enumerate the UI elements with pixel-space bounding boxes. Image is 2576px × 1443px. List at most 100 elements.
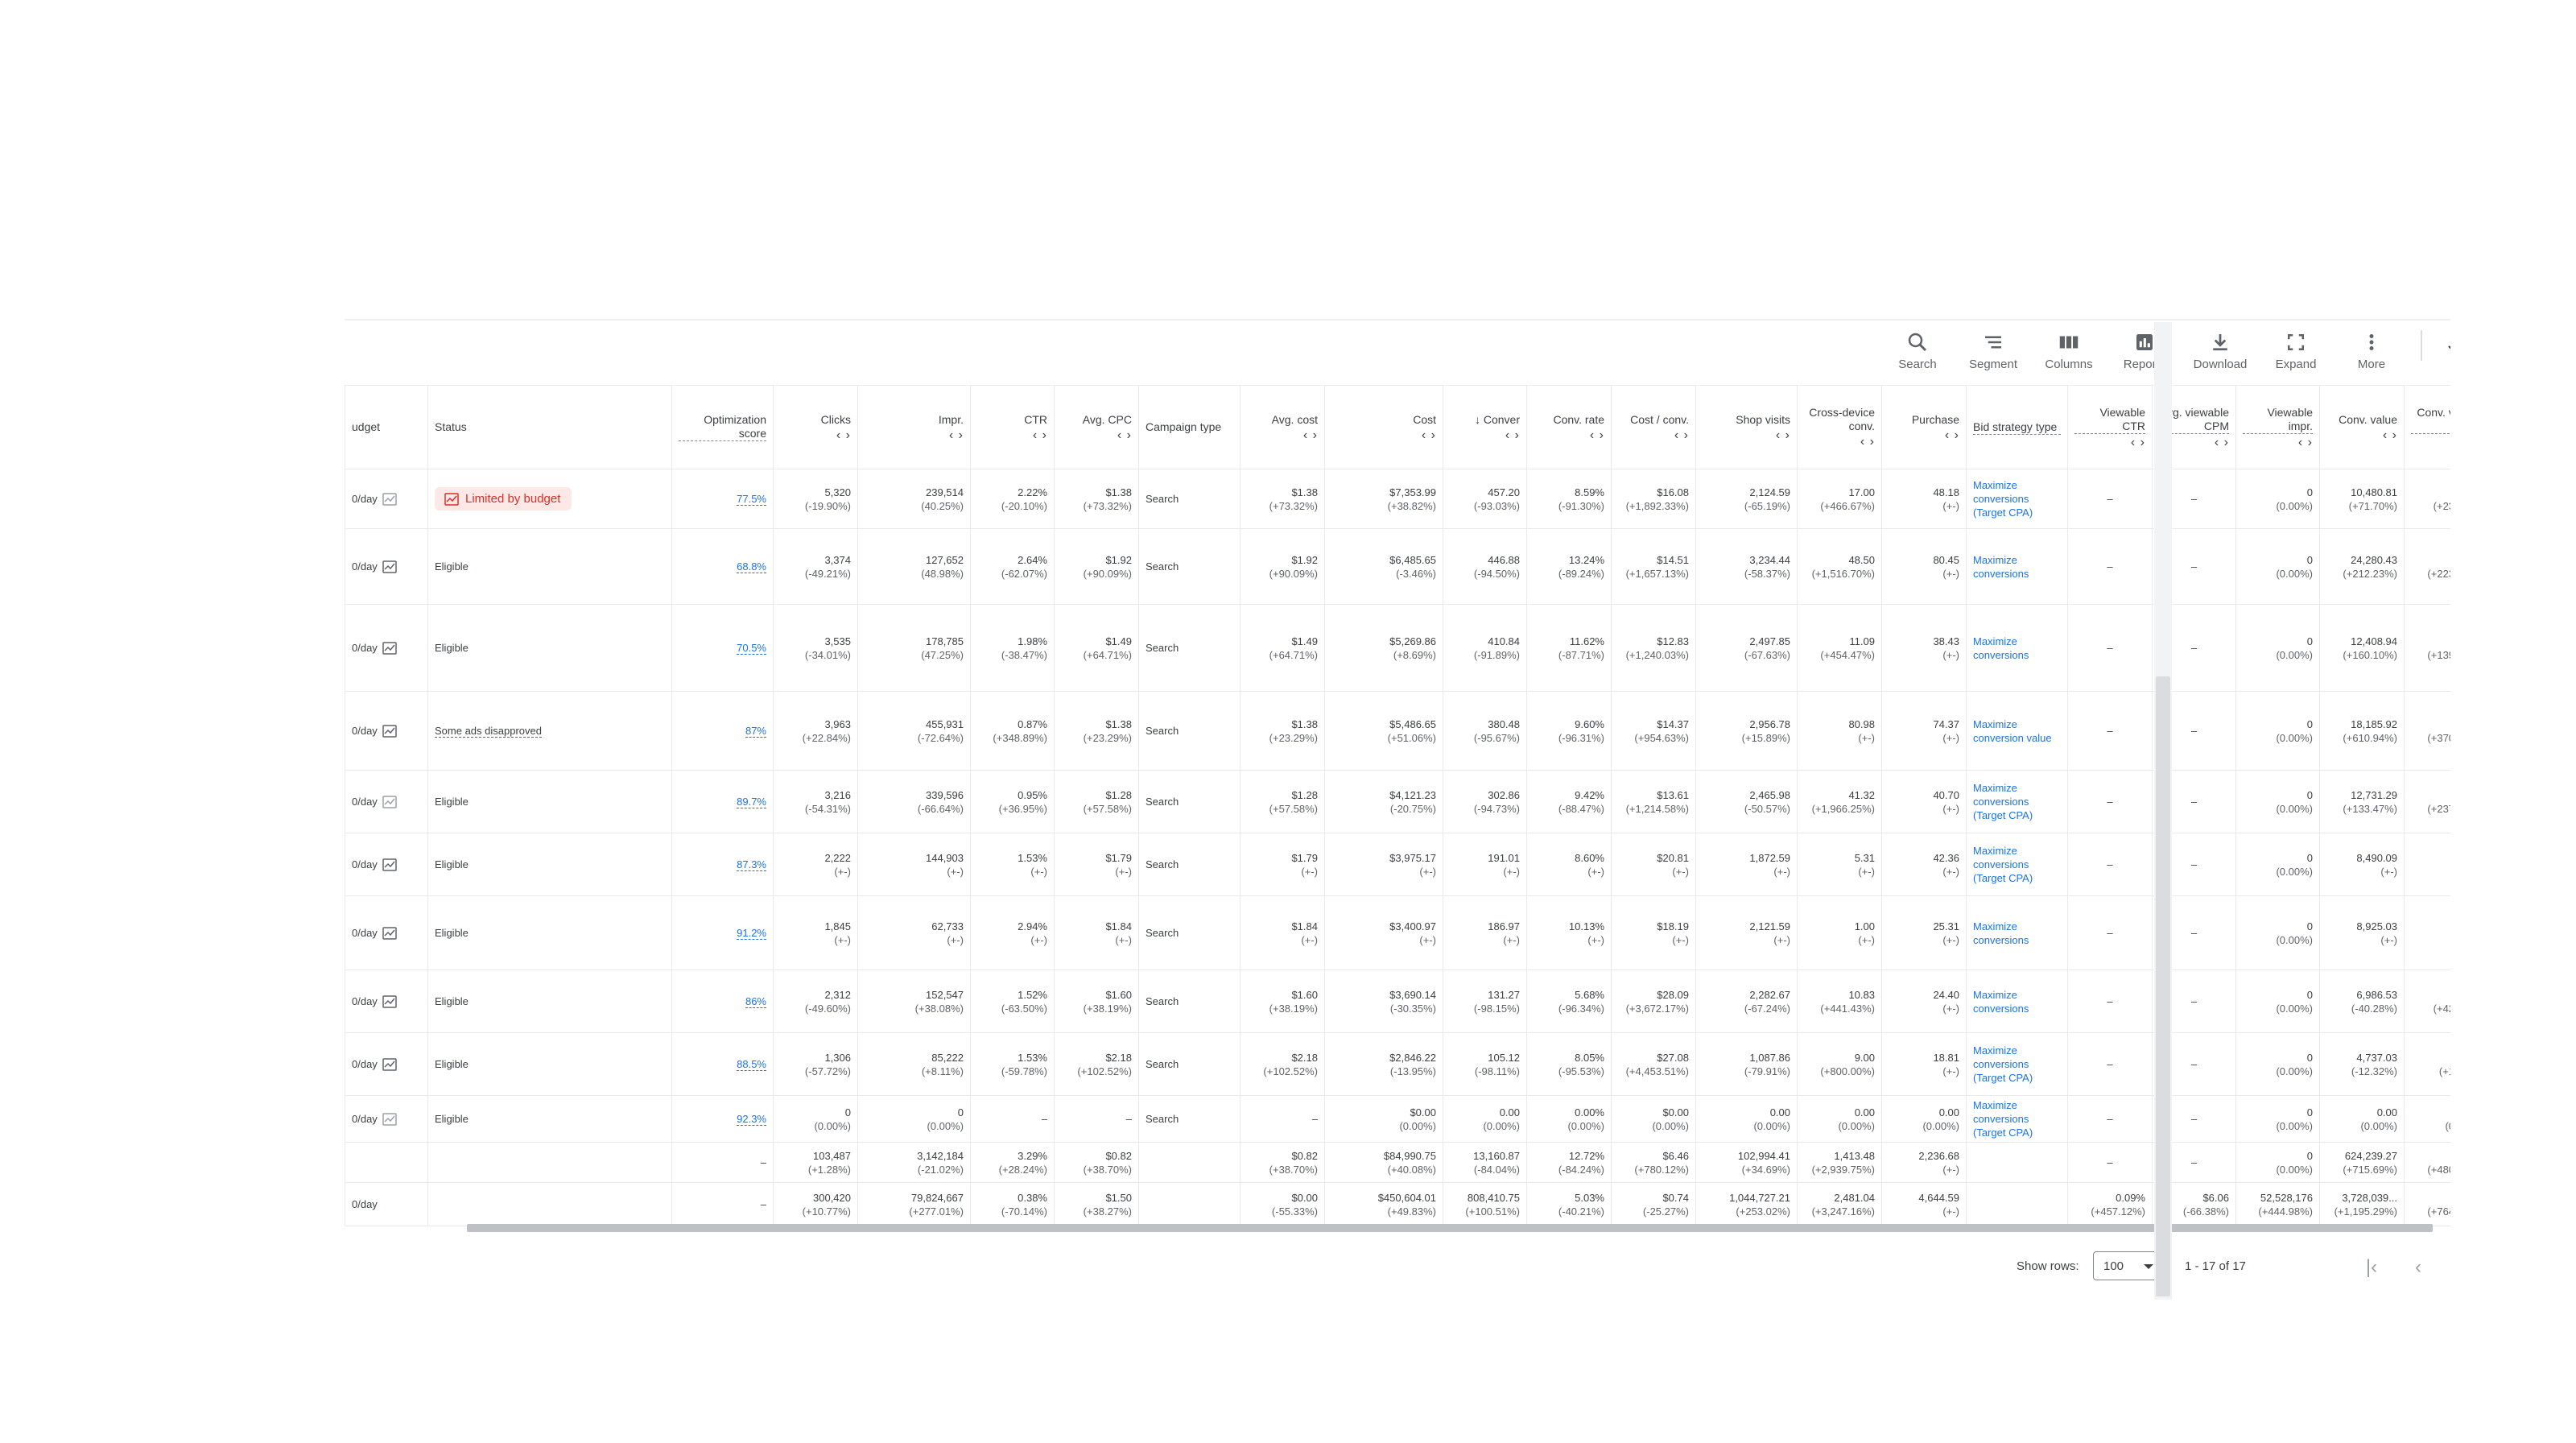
cell-avg-cpc: $1.38 (+23.29%) [1054, 691, 1139, 771]
optimization-score-link[interactable]: 91.2% [737, 927, 766, 940]
compare-arrows-icon[interactable]: ‹ › [1534, 428, 1604, 442]
col-cost-per-conv[interactable]: Cost / conv. ‹ › [1611, 385, 1696, 469]
download-button[interactable]: Download [2183, 327, 2257, 378]
compare-arrows-icon[interactable]: ‹ › [1889, 428, 1959, 442]
bid-strategy-link[interactable]: Maximize conversions [1973, 989, 2029, 1015]
col-budget[interactable]: udget [345, 385, 428, 469]
table-row[interactable]: 0/day Limited by budget 77.5% 5,320 (-19.90%… [345, 469, 2450, 529]
budget-chart-icon-muted[interactable] [382, 796, 397, 809]
cell-value: 0.95% [1018, 788, 1047, 801]
budget-chart-icon-muted[interactable] [382, 1113, 397, 1127]
bid-strategy-link[interactable]: Maximize conversions (Target CPA) [1973, 1044, 2033, 1084]
col-viewable-impr[interactable]: Viewable impr. ‹ › [2235, 385, 2320, 469]
compare-arrows-icon[interactable]: ‹ › [2243, 436, 2313, 449]
col-conversions[interactable]: ↓ Conver ‹ › [1443, 385, 1527, 469]
col-conv-rate[interactable]: Conv. rate ‹ › [1526, 385, 1612, 469]
more-button[interactable]: More [2334, 327, 2409, 378]
horizontal-scrollbar[interactable] [467, 1224, 2433, 1232]
status-text[interactable]: Some ads disapproved [435, 725, 542, 738]
col-avg-cost[interactable]: Avg. cost ‹ › [1240, 385, 1325, 469]
cell-change: (47.25%) [921, 648, 964, 661]
compare-arrows-icon[interactable]: ‹ › [2074, 436, 2145, 449]
bid-strategy-link[interactable]: Maximize conversions [1973, 920, 2029, 946]
compare-arrows-icon[interactable]: ‹ › [1450, 428, 1520, 442]
col-ctr[interactable]: CTR ‹ › [970, 385, 1055, 469]
bid-strategy-link[interactable]: Maximize conversions [1973, 635, 2029, 661]
optimization-score-link[interactable]: 77.5% [737, 493, 766, 506]
col-optimization-score[interactable]: Optimization score [671, 385, 774, 469]
collapse-button[interactable] [2438, 337, 2450, 361]
first-page-icon[interactable]: |‹ [2357, 1253, 2386, 1282]
cell-value: 8.59% [1575, 486, 1604, 498]
compare-arrows-icon[interactable]: ‹ › [977, 428, 1047, 442]
optimization-score-link[interactable]: 68.8% [737, 560, 766, 573]
vertical-scrollbar-thumb[interactable] [2156, 676, 2170, 1296]
bid-strategy-link[interactable]: Maximize conversions (Target CPA) [1973, 1099, 2033, 1139]
bid-strategy-link[interactable]: Maximize conversions (Target CPA) [1973, 782, 2033, 821]
prev-page-icon[interactable]: ‹ [2404, 1253, 2433, 1282]
budget-chart-icon[interactable] [382, 858, 397, 872]
col-cross-device[interactable]: Cross-device conv. ‹ › [1797, 385, 1882, 469]
budget-chart-icon[interactable] [382, 560, 397, 574]
compare-arrows-icon[interactable]: ‹ › [1703, 428, 1790, 442]
compare-arrows-icon[interactable]: ‹ › [2411, 436, 2450, 449]
segment-button[interactable]: Segment [1956, 327, 2030, 378]
budget-chart-icon[interactable] [382, 725, 397, 738]
col-bid-strategy[interactable]: Bid strategy type [1966, 385, 2068, 469]
cell-change: (-84.04%) [1473, 1163, 1520, 1176]
budget-chart-icon[interactable] [382, 1058, 397, 1072]
budget-chart-icon[interactable] [382, 642, 397, 655]
compare-arrows-icon[interactable]: ‹ › [2326, 428, 2397, 442]
cell-value: $20.81 [1657, 851, 1689, 864]
budget-chart-icon-muted[interactable] [382, 493, 397, 506]
col-status[interactable]: Status [427, 385, 672, 469]
compare-arrows-icon[interactable]: ‹ › [1247, 428, 1318, 442]
table-row[interactable]: 0/day Eligible 88.5% 1,306 (-57.72%) 85,222 (+… [345, 1032, 2450, 1096]
table-row[interactable]: 0/day Eligible 89.7% 3,216 (-54.31%) 339,596(… [345, 770, 2450, 833]
campaign-type-text: Search [1146, 493, 1179, 505]
col-avg-cpc[interactable]: Avg. CPC ‹ › [1054, 385, 1139, 469]
optimization-score-link[interactable]: 87.3% [737, 858, 766, 871]
compare-arrows-icon[interactable]: ‹ › [865, 428, 964, 442]
optimization-score-link[interactable]: 87% [745, 725, 766, 738]
optimization-score-link[interactable]: 92.3% [737, 1113, 766, 1126]
optimization-score-link[interactable]: 70.5% [737, 642, 766, 655]
cell-change: (0.00%) [1399, 1119, 1436, 1132]
table-row[interactable]: 0/day Eligible 87.3% 2,222 (+-) 144,903 (+-) 1.… [345, 833, 2450, 896]
optimization-score-link[interactable]: 86% [745, 995, 766, 1008]
col-conv-value[interactable]: Conv. value ‹ › [2319, 385, 2405, 469]
bid-strategy-link[interactable]: Maximize conversion value [1973, 718, 2052, 744]
budget-chart-icon[interactable] [382, 995, 397, 1009]
table-row[interactable]: 0/day Eligible 86% 2,312 (-49.60%) 152,547 (+3… [345, 970, 2450, 1033]
cell-value: 144,903 [926, 851, 964, 864]
compare-arrows-icon[interactable]: ‹ › [780, 428, 851, 442]
col-shop-visits[interactable]: Shop visits ‹ › [1695, 385, 1798, 469]
table-row[interactable]: 0/day Eligible 91.2% 1,845 (+-) 62,733 (+-) 2.9… [345, 895, 2450, 970]
compare-arrows-icon[interactable]: ‹ › [1618, 428, 1689, 442]
rows-per-page-select[interactable]: 100 [2093, 1251, 2164, 1280]
expand-button[interactable]: Expand [2259, 327, 2333, 378]
table-row[interactable]: 0/day Some ads disapproved 87% 3,963 (+22.84… [345, 691, 2450, 771]
bid-strategy-link[interactable]: Maximize conversions [1973, 554, 2029, 580]
table-row[interactable]: 0/day Eligible 68.8% 3,374 (-49.21%) 127,652(… [345, 528, 2450, 605]
col-purchase[interactable]: Purchase ‹ › [1881, 385, 1967, 469]
compare-arrows-icon[interactable]: ‹ › [1331, 428, 1436, 442]
col-impr[interactable]: Impr. ‹ › [857, 385, 971, 469]
bid-strategy-link[interactable]: Maximize conversions (Target CPA) [1973, 845, 2033, 884]
table-row[interactable]: 0/day Eligible 92.3% 0 (0.00%) 0 (0.00%) – – Sear… [345, 1095, 2450, 1143]
col-clicks[interactable]: Clicks ‹ › [773, 385, 858, 469]
table-row[interactable]: 0/day Eligible 70.5% 3,535 (-34.01%) 178,785(… [345, 604, 2450, 692]
optimization-score-link[interactable]: 88.5% [737, 1058, 766, 1071]
optimization-score-link[interactable]: 89.7% [737, 796, 766, 808]
search-button[interactable]: Search [1880, 327, 1955, 378]
col-cost[interactable]: Cost ‹ › [1324, 385, 1443, 469]
col-conv-value-cost[interactable]: Conv. value / cost ‹ › [2404, 385, 2450, 469]
bid-strategy-link[interactable]: Maximize conversions (Target CPA) [1973, 479, 2033, 519]
compare-arrows-icon[interactable]: ‹ › [1804, 435, 1875, 449]
col-viewable-ctr[interactable]: Viewable CTR ‹ › [2067, 385, 2153, 469]
budget-chart-icon[interactable] [382, 927, 397, 941]
columns-button[interactable]: Columns [2032, 327, 2106, 378]
col-campaign-type[interactable]: Campaign type [1138, 385, 1241, 469]
compare-arrows-icon[interactable]: ‹ › [1061, 428, 1132, 442]
limited-by-budget-badge[interactable]: Limited by budget [435, 487, 572, 511]
